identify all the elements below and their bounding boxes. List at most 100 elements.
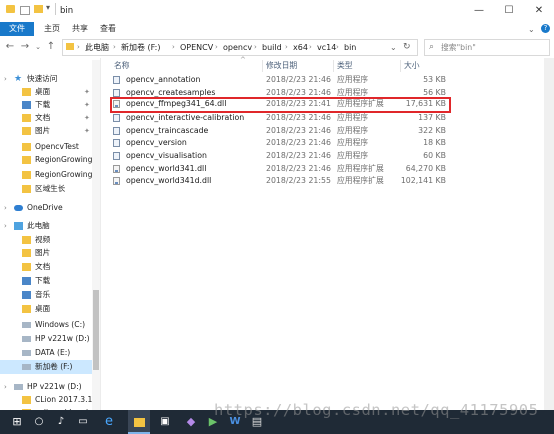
- file-row[interactable]: opencv_world341.dll 2018/2/23 21:46 应用程序扩展…: [110, 163, 450, 175]
- sidebar-item[interactable]: 视频: [0, 233, 100, 247]
- task-view-icon[interactable]: ▭: [72, 410, 94, 434]
- column-header-type[interactable]: 类型: [337, 60, 353, 72]
- column-divider[interactable]: [400, 60, 401, 72]
- forward-arrow-icon[interactable]: →: [18, 40, 32, 54]
- sidebar-item[interactable]: 新加卷 (F:): [0, 360, 100, 374]
- column-divider[interactable]: [262, 60, 263, 72]
- file-name: opencv_visualisation: [126, 151, 207, 160]
- pin-icon[interactable]: ✦: [84, 98, 90, 112]
- microphone-icon[interactable]: ♪: [50, 410, 72, 434]
- sidebar-item[interactable]: › OneDrive: [0, 201, 100, 215]
- sidebar-item[interactable]: › HP v221w (D:): [0, 380, 100, 394]
- file-row[interactable]: opencv_traincascade 2018/2/23 21:46 应用程序 32…: [110, 125, 450, 137]
- file-row[interactable]: opencv_world341d.dll 2018/2/23 21:55 应用程序扩…: [110, 175, 450, 187]
- new-folder-icon[interactable]: [34, 5, 43, 13]
- sidebar-item[interactable]: CLion 2017.3.1: [0, 393, 100, 407]
- chevron-right-icon[interactable]: ›: [4, 219, 7, 233]
- sidebar-item[interactable]: › 此电脑: [0, 219, 100, 233]
- help-icon[interactable]: ?: [541, 24, 550, 33]
- chevron-right-icon[interactable]: ›: [215, 41, 218, 54]
- sidebar-item[interactable]: 下载 ✦: [0, 98, 100, 112]
- visual-studio-icon[interactable]: ◆: [180, 410, 202, 434]
- store-icon[interactable]: ▣: [154, 410, 176, 434]
- sidebar-item[interactable]: HP v221w (D:): [0, 332, 100, 346]
- breadcrumb-opencv-upper[interactable]: OPENCV: [180, 41, 213, 54]
- recent-locations-icon[interactable]: ⌄: [31, 40, 45, 54]
- file-row[interactable]: opencv_visualisation 2018/2/23 21:46 应用程序 6…: [110, 150, 450, 162]
- chevron-right-icon[interactable]: ›: [336, 41, 339, 54]
- sidebar-item[interactable]: OpencvTest: [0, 140, 100, 154]
- sidebar-item[interactable]: Windows (C:): [0, 318, 100, 332]
- minimize-button[interactable]: —: [464, 0, 494, 22]
- sidebar-item[interactable]: ★ › 快速访问: [0, 72, 100, 86]
- sidebar-item[interactable]: 音乐: [0, 288, 100, 302]
- breadcrumb-this-pc[interactable]: 此电脑: [85, 41, 109, 54]
- close-button[interactable]: ✕: [524, 0, 554, 22]
- chevron-right-icon[interactable]: ›: [4, 201, 7, 215]
- back-arrow-icon[interactable]: ←: [3, 40, 17, 54]
- sidebar-item[interactable]: 桌面: [0, 302, 100, 316]
- sidebar-item[interactable]: RegionGrowing: [0, 153, 100, 167]
- maximize-button[interactable]: ☐: [494, 0, 524, 22]
- chevron-right-icon[interactable]: ›: [113, 41, 116, 54]
- breadcrumb-drive-f[interactable]: 新加卷 (F:): [121, 41, 160, 54]
- application-icon: [113, 152, 120, 160]
- sidebar-item[interactable]: 下载: [0, 274, 100, 288]
- chevron-right-icon[interactable]: ›: [254, 41, 257, 54]
- breadcrumb-vc14[interactable]: vc14: [317, 41, 336, 54]
- sidebar-item-label: HP v221w (D:): [27, 382, 82, 391]
- search-input[interactable]: 搜索"bin": [441, 41, 476, 54]
- properties-icon[interactable]: [20, 6, 30, 15]
- file-size: 53 KB: [423, 75, 446, 84]
- sidebar-item[interactable]: 文档 ✦: [0, 111, 100, 125]
- sort-indicator-icon: ^: [240, 56, 246, 64]
- file-list-scrollbar[interactable]: [544, 58, 554, 410]
- breadcrumb-build[interactable]: build: [262, 41, 282, 54]
- breadcrumb-bin[interactable]: bin: [344, 41, 356, 54]
- sidebar-item[interactable]: RegionGrowing: [0, 168, 100, 182]
- chevron-right-icon[interactable]: ›: [172, 41, 175, 54]
- quick-access-dropdown-icon[interactable]: ▾: [46, 3, 50, 12]
- sidebar-item[interactable]: 桌面 ✦: [0, 85, 100, 99]
- chevron-right-icon[interactable]: ›: [77, 41, 80, 54]
- tab-file[interactable]: 文件: [0, 22, 34, 36]
- file-row[interactable]: opencv_version 2018/2/23 21:46 应用程序 18 KB: [110, 137, 450, 149]
- sidebar-scrollbar[interactable]: [92, 60, 100, 410]
- tab-home[interactable]: 主页: [44, 22, 60, 36]
- sidebar-item[interactable]: DATA (E:): [0, 346, 100, 360]
- search-box[interactable]: ⌕ 搜索"bin": [424, 39, 550, 56]
- column-divider[interactable]: [333, 60, 334, 72]
- sidebar-item[interactable]: 区域生长: [0, 182, 100, 196]
- pin-icon[interactable]: ✦: [84, 85, 90, 99]
- breadcrumb-opencv[interactable]: opencv: [223, 41, 252, 54]
- sidebar-item[interactable]: 文档: [0, 260, 100, 274]
- file-row[interactable]: opencv_interactive-calibration 2018/2/23 …: [110, 112, 450, 124]
- tab-view[interactable]: 查看: [100, 22, 116, 36]
- pin-icon[interactable]: ✦: [84, 111, 90, 125]
- column-header-name[interactable]: 名称: [114, 60, 130, 72]
- cortana-icon[interactable]: ○: [28, 410, 50, 434]
- pin-icon[interactable]: ✦: [84, 124, 90, 138]
- tab-share[interactable]: 共享: [72, 22, 88, 36]
- column-header-date[interactable]: 修改日期: [266, 60, 297, 72]
- sidebar-item[interactable]: 图片: [0, 246, 100, 260]
- sidebar-item-label: CLion 2017.3.1: [35, 395, 93, 404]
- file-row[interactable]: opencv_annotation 2018/2/23 21:46 应用程序 53 K…: [110, 74, 450, 86]
- address-dropdown-icon[interactable]: ⌄: [390, 41, 397, 54]
- edge-icon[interactable]: e: [98, 410, 120, 434]
- sidebar-item-label: 桌面: [35, 304, 51, 313]
- column-header-size[interactable]: 大小: [404, 60, 420, 72]
- chevron-right-icon[interactable]: ›: [4, 380, 7, 394]
- sidebar-item[interactable]: 图片 ✦: [0, 124, 100, 138]
- sidebar-scroll-thumb[interactable]: [93, 290, 99, 370]
- chevron-right-icon[interactable]: ›: [285, 41, 288, 54]
- start-icon[interactable]: ⊞: [6, 410, 28, 434]
- chevron-right-icon[interactable]: ›: [4, 72, 7, 86]
- file-explorer-icon[interactable]: [128, 410, 150, 434]
- address-bar[interactable]: › 此电脑 › 新加卷 (F:) › OPENCV › opencv › bui…: [62, 39, 418, 56]
- expand-ribbon-icon[interactable]: ⌄: [528, 25, 535, 34]
- chevron-right-icon[interactable]: ›: [309, 41, 312, 54]
- up-arrow-icon[interactable]: ↑: [44, 40, 58, 54]
- refresh-icon[interactable]: ↻: [403, 41, 411, 54]
- breadcrumb-x64[interactable]: x64: [293, 41, 308, 54]
